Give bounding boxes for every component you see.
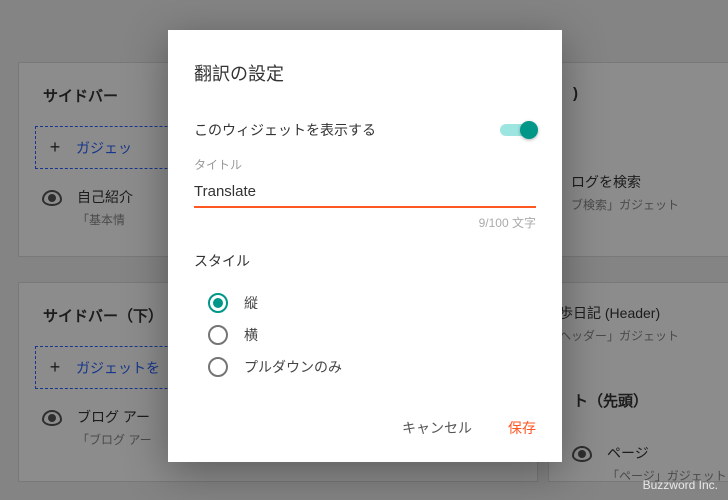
title-input[interactable] (194, 179, 536, 208)
radio-label: プルダウンのみ (244, 357, 342, 377)
translate-settings-modal: 翻訳の設定 このウィジェットを表示する タイトル 9/100 文字 スタイル 縦… (168, 30, 562, 462)
radio-icon (208, 357, 228, 377)
radio-icon (208, 293, 228, 313)
style-option-vertical[interactable]: 縦 (194, 287, 536, 319)
title-field-label: タイトル (194, 156, 536, 173)
radio-icon (208, 325, 228, 345)
style-section-label: スタイル (194, 251, 536, 271)
copyright: Buzzword Inc. (643, 478, 718, 492)
show-widget-label: このウィジェットを表示する (194, 120, 376, 140)
cancel-button[interactable]: キャンセル (398, 412, 476, 444)
style-option-dropdown[interactable]: プルダウンのみ (194, 351, 536, 383)
save-button[interactable]: 保存 (504, 412, 540, 444)
modal-title: 翻訳の設定 (194, 60, 536, 86)
show-widget-toggle[interactable] (500, 121, 536, 139)
radio-label: 横 (244, 325, 258, 345)
char-counter: 9/100 文字 (194, 214, 536, 231)
style-option-horizontal[interactable]: 横 (194, 319, 536, 351)
radio-label: 縦 (244, 293, 258, 313)
